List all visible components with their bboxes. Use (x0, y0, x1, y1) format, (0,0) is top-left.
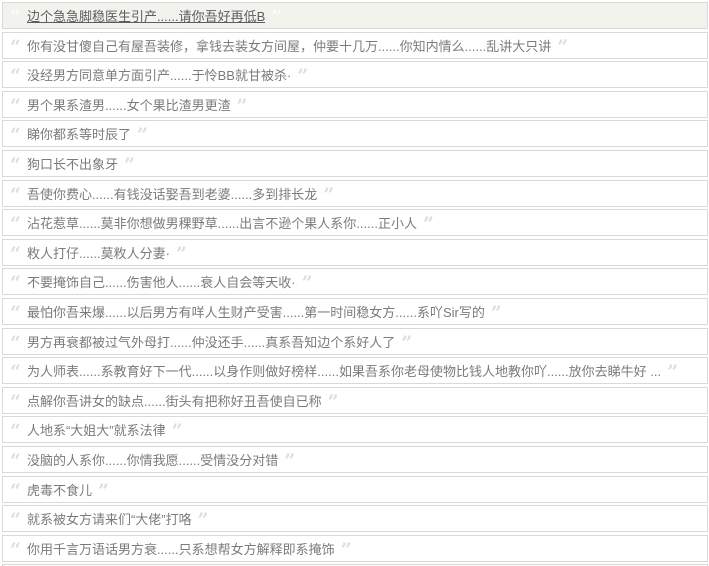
open-quote-icon: “ (10, 124, 21, 147)
quote-row[interactable]: “ 不要掩饰自己......伤害他人......衰人自会等天收· ” (2, 268, 708, 296)
quote-link[interactable]: 狗口长不出象牙 (27, 154, 118, 173)
open-quote-icon: “ (10, 94, 21, 117)
quote-row[interactable]: “ 为人师表......系教育好下一代......以身作则做好榜样......如… (2, 357, 708, 385)
open-quote-icon: “ (10, 538, 21, 561)
close-quote-icon: ” (236, 94, 248, 117)
quote-row[interactable]: “ 点解你吾讲女的缺点......街头有把称好丑吾使自已称 ” (2, 386, 708, 414)
close-quote-icon: ” (171, 420, 183, 443)
close-quote-icon: ” (297, 65, 309, 88)
quote-row[interactable]: “ 男方再衰都被过气外母打......仲没还手......真系吾知边个系好人了 … (2, 327, 708, 355)
quote-row[interactable]: “ 最怕你吾来爆......以后男方有咩人生财产受害......第一时间稳女方.… (2, 297, 708, 325)
quote-row[interactable]: “ 没经男方同意单方面引产......于怜BB就甘被杀· ” (2, 61, 708, 89)
quote-link[interactable]: 男个果系渣男......女个果比渣男更渣 (27, 95, 231, 114)
quote-link[interactable]: 你有没甘傻自己有屋吾装修，拿钱去装女方间屋，仲要十几万......你知内情么..… (27, 36, 551, 55)
open-quote-icon: “ (10, 420, 21, 443)
close-quote-icon: ” (136, 124, 148, 147)
quote-row[interactable]: “ 虎毒不食儿 ” (2, 475, 708, 503)
quote-link[interactable]: 你用千言万语话男方衰......只系想帮女方解释即系掩饰 (27, 539, 335, 558)
open-quote-icon: “ (10, 479, 21, 502)
open-quote-icon: “ (10, 65, 21, 88)
quote-link[interactable]: 虎毒不食儿 (27, 480, 92, 499)
close-quote-icon: ” (490, 301, 502, 324)
quote-row[interactable]: “ 睇你都系等时辰了 ” (2, 120, 708, 148)
quote-row[interactable]: “ 狗口长不出象牙 ” (2, 149, 708, 177)
quote-row[interactable]: “ 吾使你费心......有钱没话娶吾到老婆......多到排长龙 ” (2, 179, 708, 207)
quote-row[interactable]: “ 边个急急脚稳医生引产......请你吾好再低B ” (2, 2, 708, 29)
open-quote-icon: “ (10, 509, 21, 532)
quote-link[interactable]: 没脑的人系你......你情我愿......受情没分对错 (27, 450, 278, 469)
open-quote-icon: “ (10, 301, 21, 324)
quote-row[interactable]: “ 沾花惹草......莫非你想做男稞野草......出言不逊个果人系你....… (2, 209, 708, 237)
close-quote-icon: ” (401, 331, 413, 354)
quote-link[interactable]: 最怕你吾来爆......以后男方有咩人生财产受害......第一时间稳女方...… (27, 302, 485, 321)
open-quote-icon: “ (10, 153, 21, 176)
quote-link[interactable]: 沾花惹草......莫非你想做男稞野草......出言不逊个果人系你......… (27, 213, 417, 232)
close-quote-icon: ” (422, 213, 434, 236)
open-quote-icon: “ (10, 361, 21, 384)
quote-link[interactable]: 敉人打仔......莫敉人分妻· (27, 243, 170, 262)
open-quote-icon: “ (10, 35, 21, 58)
close-quote-icon: ” (323, 183, 335, 206)
quote-link[interactable]: 吾使你费心......有钱没话娶吾到老婆......多到排长龙 (27, 184, 317, 203)
quote-row[interactable]: “ 没脑的人系你......你情我愿......受情没分对错 ” (2, 445, 708, 473)
open-quote-icon: “ (10, 272, 21, 295)
open-quote-icon: “ (10, 390, 21, 413)
quote-row[interactable]: “ 你有没甘傻自己有屋吾装修，拿钱去装女方间屋，仲要十几万......你知内情么… (2, 31, 708, 59)
open-quote-icon: “ (10, 183, 21, 206)
quote-link[interactable]: 点解你吾讲女的缺点......街头有把称好丑吾使自已称 (27, 391, 322, 410)
quote-row[interactable]: “ 男个果系渣男......女个果比渣男更渣 ” (2, 90, 708, 118)
open-quote-icon: “ (10, 6, 21, 28)
quote-row[interactable]: “ 人地系“大姐大”就系法律 ” (2, 416, 708, 444)
quote-link[interactable]: 人地系“大姐大”就系法律 (27, 420, 166, 439)
close-quote-icon: ” (340, 538, 352, 561)
close-quote-icon: ” (197, 509, 209, 532)
close-quote-icon: ” (175, 242, 187, 265)
close-quote-icon: ” (557, 35, 569, 58)
quote-list: “ 边个急急脚稳医生引产......请你吾好再低B ” “ 你有没甘傻自己有屋吾… (0, 0, 709, 566)
close-quote-icon: ” (327, 390, 339, 413)
quote-link[interactable]: 边个急急脚稳医生引产......请你吾好再低B (27, 6, 265, 25)
quote-link[interactable]: 睇你都系等时辰了 (27, 124, 131, 143)
close-quote-icon: ” (123, 153, 135, 176)
quote-link[interactable]: 为人师表......系教育好下一代......以身作则做好榜样......如果吾… (27, 361, 661, 380)
quote-row[interactable]: “ 你用千言万语话男方衰......只系想帮女方解释即系掩饰 ” (2, 534, 708, 562)
quote-row[interactable]: “ 敉人打仔......莫敉人分妻· ” (2, 238, 708, 266)
quote-link[interactable]: 不要掩饰自己......伤害他人......衰人自会等天收· (27, 272, 296, 291)
close-quote-icon: ” (271, 6, 283, 28)
open-quote-icon: “ (10, 213, 21, 236)
open-quote-icon: “ (10, 449, 21, 472)
open-quote-icon: “ (10, 331, 21, 354)
quote-link[interactable]: 就系被女方请来们“大佬”打咯 (27, 509, 192, 528)
quote-link[interactable]: 没经男方同意单方面引产......于怜BB就甘被杀· (27, 65, 291, 84)
close-quote-icon: ” (97, 479, 109, 502)
close-quote-icon: ” (301, 272, 313, 295)
open-quote-icon: “ (10, 242, 21, 265)
close-quote-icon: ” (667, 361, 679, 384)
close-quote-icon: ” (284, 449, 296, 472)
quote-row[interactable]: “ 就系被女方请来们“大佬”打咯 ” (2, 505, 708, 533)
quote-link[interactable]: 男方再衰都被过气外母打......仲没还手......真系吾知边个系好人了 (27, 332, 395, 351)
